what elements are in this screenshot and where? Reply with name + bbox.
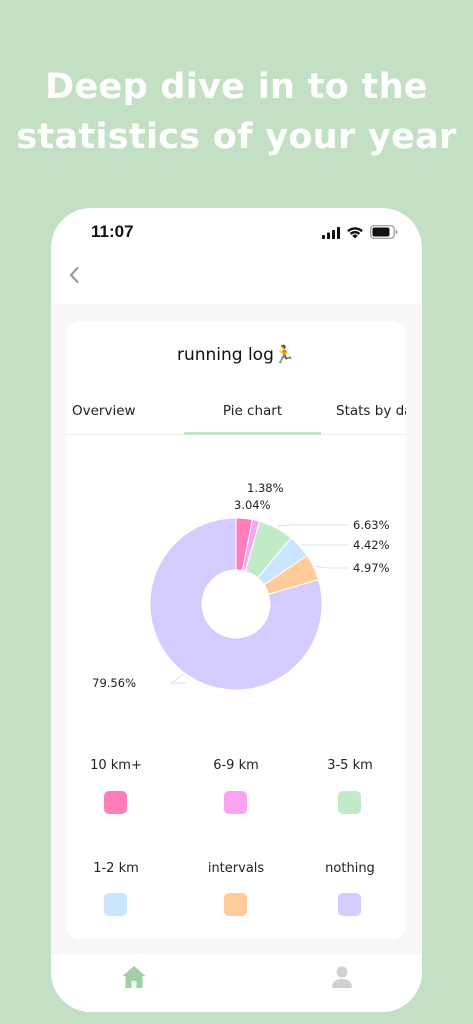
person-icon[interactable] (330, 964, 354, 990)
legend-label: 3-5 km (327, 758, 373, 773)
legend-swatch (338, 893, 361, 916)
legend-label: intervals (207, 861, 265, 876)
navigation-bar (51, 256, 422, 304)
slice-percent-label: 1.38% (247, 481, 284, 495)
wifi-icon (347, 227, 363, 239)
phone-screen: 11:07 running log🏃 Overview Pie chart St… (51, 208, 422, 1012)
tab-pie-chart[interactable]: Pie chart (184, 393, 321, 435)
slice-label-line (315, 565, 349, 569)
active-tab-indicator (184, 432, 321, 435)
legend-swatch (338, 791, 361, 814)
headline-line-2: statistics of your year (16, 117, 457, 157)
headline: Deep dive in to the statistics of your y… (0, 62, 473, 162)
legend-swatch (224, 791, 247, 814)
battery-icon (370, 225, 398, 239)
tab-bar: Overview Pie chart Stats by day (66, 393, 406, 435)
slice-percent-label: 79.56% (92, 676, 136, 690)
running-log-card: running log🏃 Overview Pie chart Stats by… (66, 321, 406, 939)
status-time: 11:07 (91, 222, 134, 241)
card-title: running log🏃 (176, 345, 296, 365)
slice-label-line (277, 524, 349, 527)
slice-percent-label: 4.97% (353, 561, 390, 575)
bottom-tab-bar (51, 954, 422, 1012)
tab-overview[interactable]: Overview (72, 393, 136, 435)
tab-stats-by-day[interactable]: Stats by day (336, 393, 406, 435)
slice-label-line (170, 674, 186, 684)
legend-label: 1-2 km (93, 861, 139, 876)
status-bar: 11:07 (51, 208, 422, 256)
legend-swatch (104, 893, 127, 916)
legend-swatch (104, 791, 127, 814)
home-icon[interactable] (121, 964, 147, 990)
signal-icon (322, 227, 340, 239)
slice-percent-label: 4.42% (353, 538, 390, 552)
legend-label: 10 km+ (90, 758, 142, 773)
slice-percent-label: 3.04% (234, 498, 271, 512)
legend-label: nothing (325, 861, 375, 876)
pie-chart: 3.04% 1.38% 6.63% 4.42% 4.97% 79.56% (92, 481, 390, 691)
slice-percent-label: 6.63% (353, 518, 390, 532)
legend-label: 6-9 km (213, 758, 259, 773)
chevron-left-icon (69, 266, 79, 284)
headline-line-1: Deep dive in to the (45, 67, 428, 107)
back-button[interactable] (61, 260, 87, 290)
legend-swatch (224, 893, 247, 916)
